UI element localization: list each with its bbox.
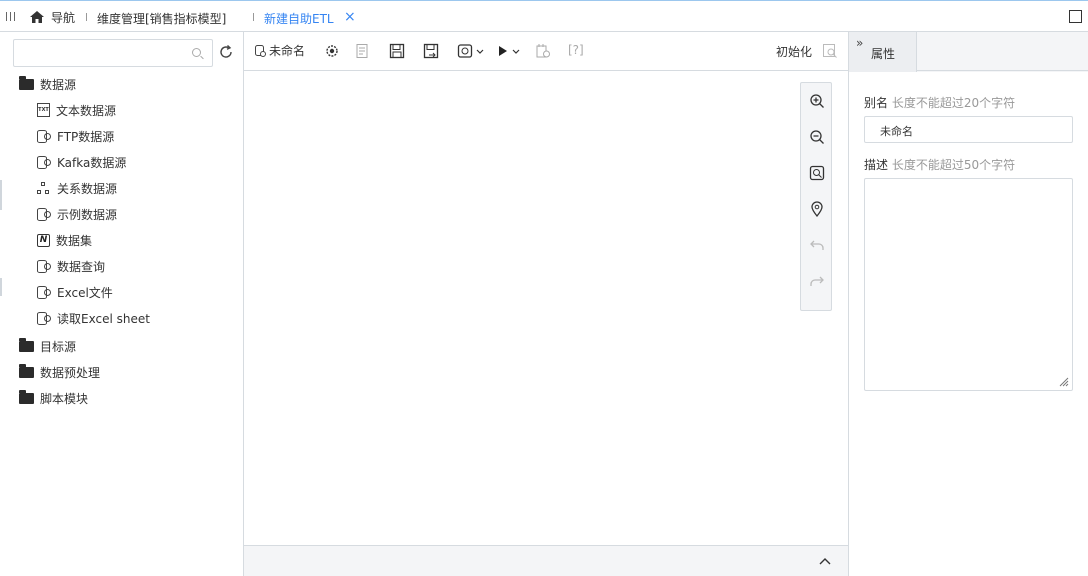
- etl-title[interactable]: 未命名: [255, 42, 305, 59]
- tab-properties[interactable]: » 属性: [849, 32, 917, 72]
- database-icon: [37, 312, 51, 325]
- resize-handle-icon[interactable]: [1059, 377, 1069, 387]
- tree-item-label: 读取Excel sheet: [57, 311, 150, 326]
- alias-input[interactable]: 未命名: [864, 116, 1073, 143]
- tab-separator: [253, 13, 254, 21]
- tab-properties-label: 属性: [871, 47, 896, 61]
- tree-item-label: 数据集: [56, 233, 93, 248]
- tree-item-excel-file[interactable]: Excel文件: [37, 282, 113, 302]
- tree-item-data-query[interactable]: 数据查询: [37, 256, 105, 276]
- tree-node-target[interactable]: 目标源: [19, 336, 76, 356]
- tree-item-sample-source[interactable]: 示例数据源: [37, 204, 117, 224]
- folder-icon: [19, 363, 34, 378]
- tree-item-label: 关系数据源: [57, 181, 118, 196]
- folder-icon: [19, 337, 34, 352]
- database-icon: [37, 260, 51, 273]
- text-file-icon: TXT: [37, 103, 50, 117]
- description-label-text: 描述: [864, 158, 889, 172]
- preview-icon: [823, 44, 837, 58]
- component-panel: 数据源 TXT 文本数据源 FTP数据源 Kafka数据源 关系数据源 示例数据…: [0, 32, 244, 576]
- save-as-icon[interactable]: [423, 43, 439, 59]
- chevron-up-icon[interactable]: [819, 556, 831, 568]
- etl-file-icon: [255, 44, 266, 57]
- nav-tab[interactable]: 导航: [29, 8, 75, 26]
- maximize-icon[interactable]: [1069, 10, 1082, 23]
- tree-node-label: 数据预处理: [40, 365, 101, 380]
- tree-item-dataset[interactable]: N 数据集: [37, 230, 92, 250]
- zoom-in-icon[interactable]: [809, 93, 825, 109]
- zoom-toolbar: [800, 82, 832, 311]
- tree-node-label: 脚本模块: [40, 391, 89, 406]
- bottom-panel-bar: [244, 545, 848, 576]
- home-icon: [30, 11, 44, 23]
- tree-node-label: 目标源: [40, 339, 77, 354]
- tree-item-ftp-source[interactable]: FTP数据源: [37, 126, 114, 146]
- tree-item-excel-sheet[interactable]: 读取Excel sheet: [37, 308, 150, 328]
- description-hint: 长度不能超过50个字符: [891, 158, 1016, 172]
- editor-toolbar: 未命名 [?] 初始化: [244, 32, 848, 71]
- database-icon: [37, 286, 51, 299]
- locate-icon[interactable]: [809, 201, 825, 217]
- folder-icon: [19, 389, 34, 404]
- settings-icon[interactable]: [324, 43, 340, 59]
- top-tab-bar: 导航 维度管理[销售指标模型] 新建自助ETL ×: [0, 0, 1088, 32]
- search-icon: [192, 48, 201, 57]
- nav-label: 导航: [51, 10, 76, 25]
- initialize-button[interactable]: 初始化: [776, 43, 812, 60]
- panel-edge-mark: [0, 278, 2, 296]
- description-textarea[interactable]: [864, 178, 1073, 391]
- save-icon[interactable]: [389, 43, 405, 59]
- tree-item-text-source[interactable]: TXT 文本数据源: [37, 100, 116, 120]
- etl-canvas[interactable]: [244, 71, 848, 545]
- zoom-out-icon[interactable]: [809, 129, 825, 145]
- tree-item-label: 文本数据源: [56, 103, 117, 118]
- tree-node-label: 数据源: [40, 77, 77, 92]
- undo-icon: [810, 240, 824, 250]
- fit-view-icon[interactable]: [809, 165, 825, 181]
- panel-edge-mark: [0, 180, 2, 210]
- tree-node-preprocess[interactable]: 数据预处理: [19, 362, 100, 382]
- tab-new-etl[interactable]: 新建自助ETL: [264, 10, 334, 27]
- refresh-icon[interactable]: [218, 44, 234, 60]
- tree-item-label: Kafka数据源: [57, 155, 127, 170]
- relation-icon: [37, 181, 51, 195]
- search-input[interactable]: [13, 39, 213, 67]
- grip-icon[interactable]: [6, 12, 16, 21]
- run-dropdown-icon[interactable]: [497, 43, 523, 59]
- etl-title-text: 未命名: [269, 44, 306, 58]
- alias-label: 别名 长度不能超过20个字符: [864, 94, 1015, 111]
- tree-item-kafka-source[interactable]: Kafka数据源: [37, 152, 126, 172]
- schedule-dropdown-icon[interactable]: [457, 43, 485, 59]
- alias-label-text: 别名: [864, 96, 889, 110]
- tab-close-icon[interactable]: ×: [344, 9, 356, 25]
- properties-form: 别名 长度不能超过20个字符 未命名 描述 长度不能超过50个字符: [849, 72, 1088, 576]
- properties-panel: » 属性 别名 长度不能超过20个字符 未命名 描述 长度不能超过50个字符: [848, 32, 1088, 576]
- tree-item-label: FTP数据源: [57, 129, 115, 144]
- redo-icon: [810, 276, 824, 286]
- tab-separator: [86, 13, 87, 21]
- tree-item-relational-source[interactable]: 关系数据源: [37, 178, 117, 198]
- tree-item-label: 示例数据源: [57, 207, 118, 222]
- tab-dimension-management[interactable]: 维度管理[销售指标模型]: [97, 10, 226, 27]
- tree-item-label: 数据查询: [57, 259, 106, 274]
- database-icon: [37, 130, 51, 143]
- dataset-icon: N: [37, 233, 50, 247]
- tree-node-datasource[interactable]: 数据源: [19, 74, 76, 94]
- tree-item-label: Excel文件: [57, 285, 113, 300]
- collapse-icon[interactable]: »: [856, 36, 863, 50]
- database-icon: [37, 156, 51, 169]
- help-icon: [?]: [568, 43, 584, 57]
- alias-hint: 长度不能超过20个字符: [891, 96, 1016, 110]
- folder-open-icon: [19, 75, 34, 90]
- properties-icon: [356, 44, 368, 58]
- description-label: 描述 长度不能超过50个字符: [864, 156, 1015, 173]
- database-icon: [37, 208, 51, 221]
- run-log-icon: [536, 44, 550, 58]
- tree-node-script[interactable]: 脚本模块: [19, 388, 88, 408]
